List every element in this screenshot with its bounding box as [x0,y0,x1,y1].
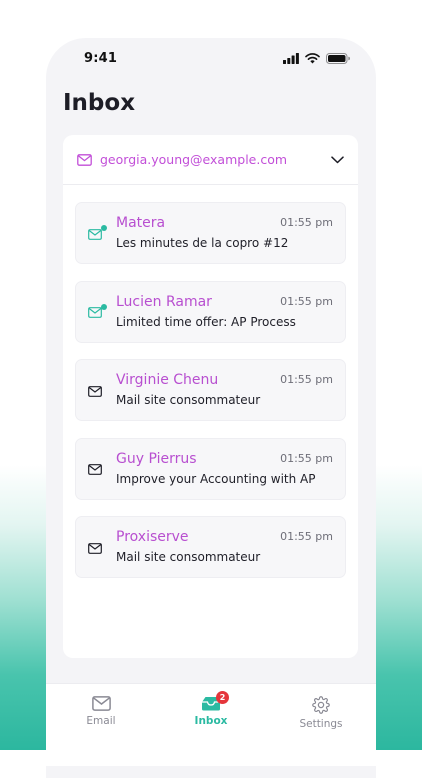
tab-bar: Email 2 Inbox Settings [46,683,376,766]
mail-item[interactable]: Matera Les minutes de la copro #12 01:55… [75,202,346,264]
wifi-icon [305,52,320,63]
battery-icon [326,52,350,64]
mail-item[interactable]: Virginie Chenu Mail site consommateur 01… [75,359,346,421]
tab-settings[interactable]: Settings [276,696,366,730]
phone-screen: 9:41 Inbox georgia.young@example.com Mat… [46,38,376,778]
mail-subject: Les minutes de la copro #12 [116,236,289,250]
mail-subject: Limited time offer: AP Process [116,314,296,329]
gear-icon [312,696,330,714]
unread-dot [101,303,107,310]
status-bar: 9:41 [46,38,376,78]
page-title: Inbox [63,90,136,116]
mail-subject: Improve your Accounting with AP [116,471,316,486]
mail-time: 01:55 pm [280,294,333,308]
status-time: 9:41 [84,50,118,66]
mail-icon [88,542,102,554]
inbox-card: georgia.young@example.com Matera Les min… [63,135,358,658]
unread-dot [101,225,107,231]
mail-status [88,282,107,344]
mail-time: 01:55 pm [280,216,333,229]
mail-status [88,517,104,579]
tab-label: Email [86,715,116,727]
mail-item[interactable]: Proxiserve Mail site consommateur 01:55 … [75,516,346,578]
envelope-icon [77,153,92,166]
mail-status [88,360,104,422]
mail-time: 01:55 pm [280,451,333,465]
mail-time: 01:55 pm [280,373,333,386]
account-email: georgia.young@example.com [100,152,288,167]
tab-label: Inbox [194,715,228,727]
mail-subject: Mail site consommateur [116,393,261,407]
mail-item[interactable]: Lucien Ramar Limited time offer: AP Proc… [75,280,346,344]
envelope-icon [91,696,111,711]
tab-inbox[interactable]: 2 Inbox [166,691,256,727]
unread-mail-icon [88,228,102,240]
signal-icon [283,52,299,64]
chevron-down-icon [331,155,344,163]
tab-email[interactable]: Email [56,696,146,727]
tab-label: Settings [299,718,343,730]
mail-time: 01:55 pm [280,530,333,543]
mail-status [88,439,104,501]
mail-status [88,203,107,265]
status-icons [283,52,350,64]
mail-icon [88,385,102,397]
unread-mail-icon [88,307,102,318]
mail-subject: Mail site consommateur [116,550,261,564]
mail-item[interactable]: Guy Pierrus Improve your Accounting with… [75,437,346,501]
mail-list: Matera Les minutes de la copro #12 01:55… [63,185,358,578]
inbox-badge: 2 [216,691,229,704]
account-selector[interactable]: georgia.young@example.com [63,135,358,185]
mail-icon [88,464,102,475]
